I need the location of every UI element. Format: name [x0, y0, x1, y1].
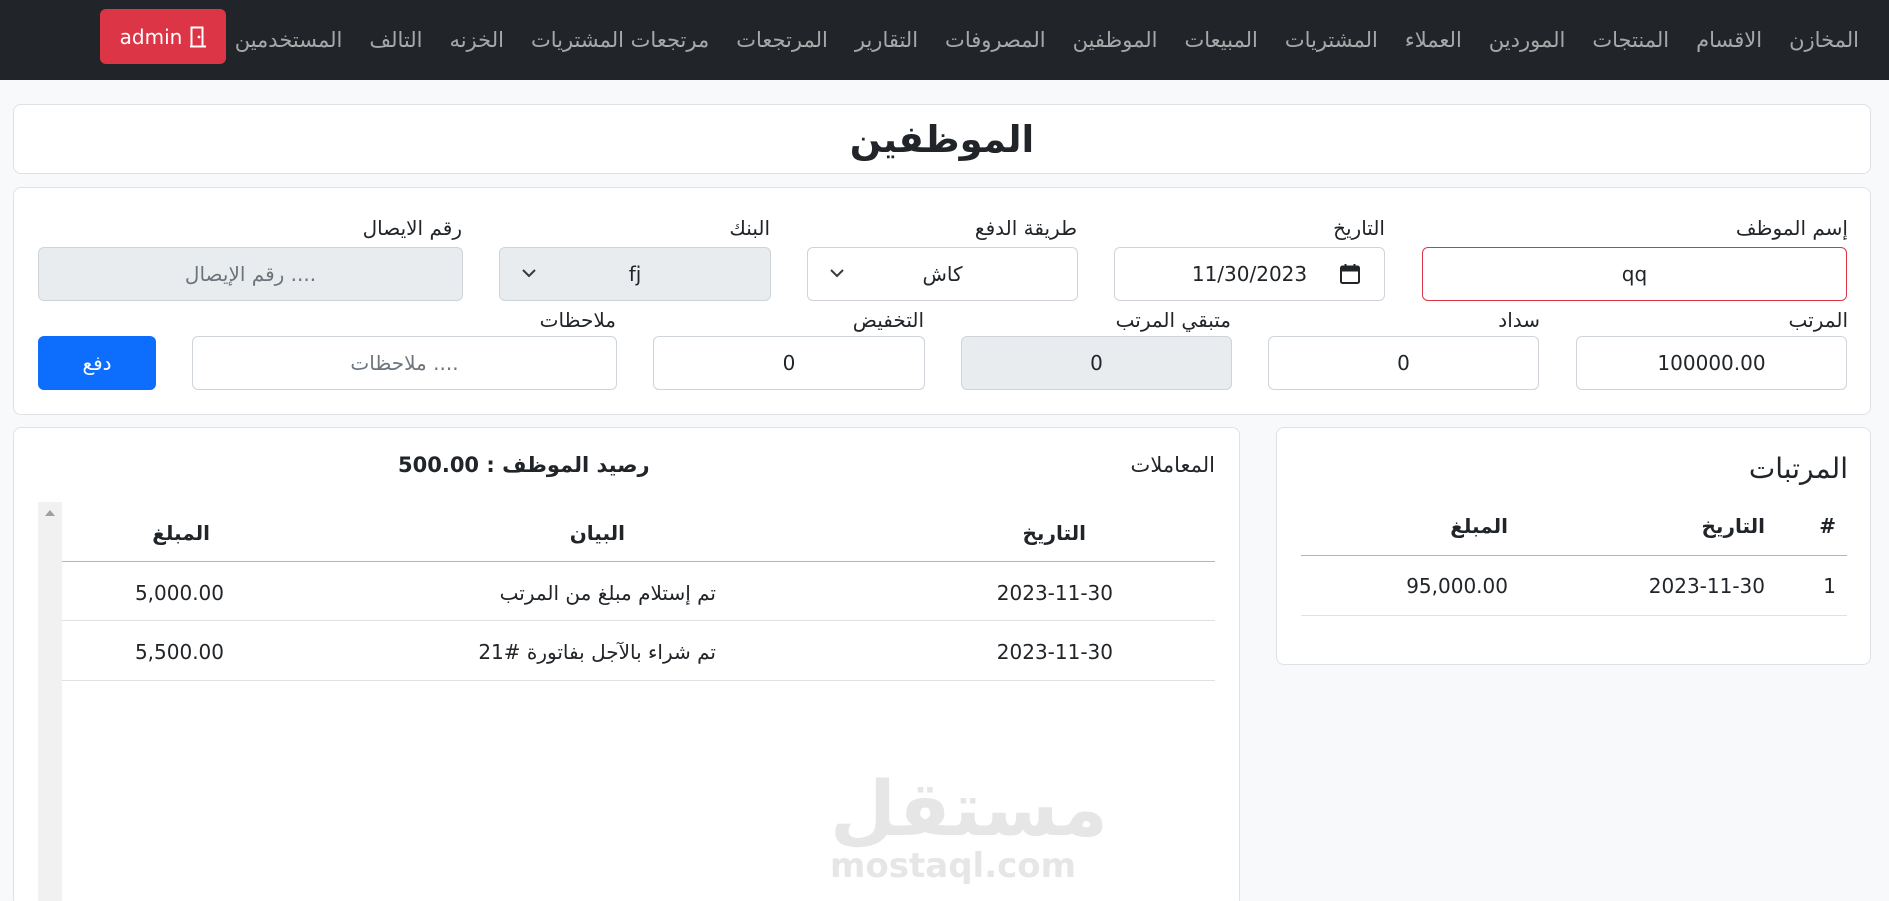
nav-item-products[interactable]: المنتجات	[1592, 28, 1669, 52]
payment-method-select[interactable]: كاش	[807, 247, 1078, 301]
admin-label: admin	[119, 24, 183, 49]
nav-item-reports[interactable]: التقارير	[855, 28, 918, 52]
date-input[interactable]: 11/30/2023	[1114, 247, 1385, 301]
remaining-salary-input: 0	[961, 336, 1232, 390]
salary-label: المرتب	[1788, 308, 1848, 332]
salary-row-amount: 95,000.00	[1406, 574, 1508, 598]
payment-method-label: طريقة الدفع	[974, 216, 1077, 240]
paid-value: 0	[1397, 351, 1410, 375]
chevron-down-icon	[830, 269, 844, 278]
calendar-icon[interactable]	[1340, 264, 1360, 284]
notes-label: ملاحظات	[539, 308, 616, 332]
receipt-label: رقم الايصال	[362, 216, 462, 240]
transactions-header-date: التاريخ	[1022, 521, 1086, 545]
watermark-arabic: مستقل	[830, 764, 1108, 853]
page-title-card: الموظفين	[13, 104, 1871, 174]
remaining-salary-value: 0	[1090, 351, 1103, 375]
door-exit-icon	[190, 26, 207, 47]
nav-item-treasury[interactable]: الخزنه	[449, 28, 503, 52]
discount-label: التخفيض	[852, 308, 924, 332]
transaction-row-description: تم إستلام مبلغ من المرتب	[499, 581, 716, 605]
watermark-latin: mostaql.com	[830, 846, 1077, 886]
transaction-row-description: تم شراء بالآجل بفاتورة #21	[478, 640, 716, 664]
salary-row-num: 1	[1823, 574, 1836, 598]
employee-name-label: إسم الموظف	[1735, 216, 1848, 240]
nav-item-purchases[interactable]: المشتريات	[1285, 28, 1378, 52]
salaries-row-divider	[1301, 615, 1847, 616]
salaries-header-divider	[1301, 555, 1847, 556]
bank-value: fj	[628, 262, 642, 286]
salaries-header-amount: المبلغ	[1450, 514, 1508, 538]
transactions-row-divider	[62, 680, 1215, 681]
watermark: مستقل mostaql.com	[830, 764, 1108, 886]
scroll-up-arrow-icon[interactable]	[45, 510, 55, 516]
salaries-header-date: التاريخ	[1701, 514, 1765, 538]
transactions-row-divider	[62, 620, 1215, 621]
discount-input[interactable]: 0	[653, 336, 925, 390]
paid-label: سداد	[1498, 308, 1540, 332]
transaction-row-date: 2023-11-30	[996, 640, 1113, 664]
receipt-number-input[interactable]: رقم الإيصال ....	[38, 247, 463, 301]
date-label: التاريخ	[1333, 216, 1385, 240]
nav-item-customers[interactable]: العملاء	[1405, 28, 1462, 52]
salary-input[interactable]: 100000.00	[1576, 336, 1847, 390]
nav-item-expenses[interactable]: المصروفات	[945, 28, 1046, 52]
notes-input[interactable]: ملاحظات ....	[192, 336, 617, 390]
transactions-header-amount: المبلغ	[152, 521, 210, 545]
nav-item-stores[interactable]: المخازن	[1789, 28, 1859, 52]
nav-item-damaged[interactable]: التالف	[369, 28, 422, 52]
salaries-header-num: #	[1819, 514, 1836, 538]
remaining-salary-label: متبقي المرتب	[1115, 308, 1231, 332]
employee-name-input[interactable]: qq	[1422, 247, 1847, 301]
nav-item-employees[interactable]: الموظفين	[1073, 28, 1158, 52]
nav-item-returns[interactable]: المرتجعات	[736, 28, 828, 52]
salaries-title: المرتبات	[1748, 452, 1848, 485]
nav-item-suppliers[interactable]: الموردين	[1489, 28, 1566, 52]
transaction-row-amount: 5,000.00	[134, 581, 224, 605]
payment-method-value: كاش	[922, 262, 963, 286]
top-navbar: المخازن الاقسام المنتجات الموردين العملا…	[0, 0, 1889, 80]
chevron-down-icon	[522, 269, 536, 278]
transaction-row-date: 2023-11-30	[996, 581, 1113, 605]
paid-input[interactable]: 0	[1268, 336, 1539, 390]
transactions-scrollbar[interactable]	[38, 502, 62, 901]
receipt-placeholder: رقم الإيصال ....	[184, 262, 317, 286]
notes-placeholder: ملاحظات ....	[350, 351, 459, 375]
salary-row-date: 2023-11-30	[1648, 574, 1765, 598]
transactions-header-description: البيان	[569, 521, 625, 545]
date-value: 11/30/2023	[1191, 262, 1308, 286]
page-title: الموظفين	[849, 118, 1035, 161]
nav-item-users[interactable]: المستخدمين	[235, 28, 343, 52]
discount-value: 0	[782, 351, 796, 375]
admin-logout-button[interactable]: admin	[100, 9, 226, 64]
transaction-row-amount: 5,500.00	[134, 640, 224, 664]
employee-name-value: qq	[1621, 262, 1648, 286]
transactions-header-divider	[62, 561, 1215, 562]
nav-item-purchase-returns[interactable]: مرتجعات المشتريات	[531, 28, 709, 52]
nav-item-sales[interactable]: المبيعات	[1184, 28, 1257, 52]
bank-label: البنك	[729, 216, 770, 240]
salary-value: 100000.00	[1657, 351, 1766, 375]
pay-button[interactable]: دفع	[38, 336, 156, 390]
nav-item-categories[interactable]: الاقسام	[1696, 28, 1762, 52]
employee-balance: رصيد الموظف : 500.00	[398, 453, 650, 477]
bank-select[interactable]: fj	[499, 247, 771, 301]
transactions-title: المعاملات	[1130, 453, 1215, 477]
